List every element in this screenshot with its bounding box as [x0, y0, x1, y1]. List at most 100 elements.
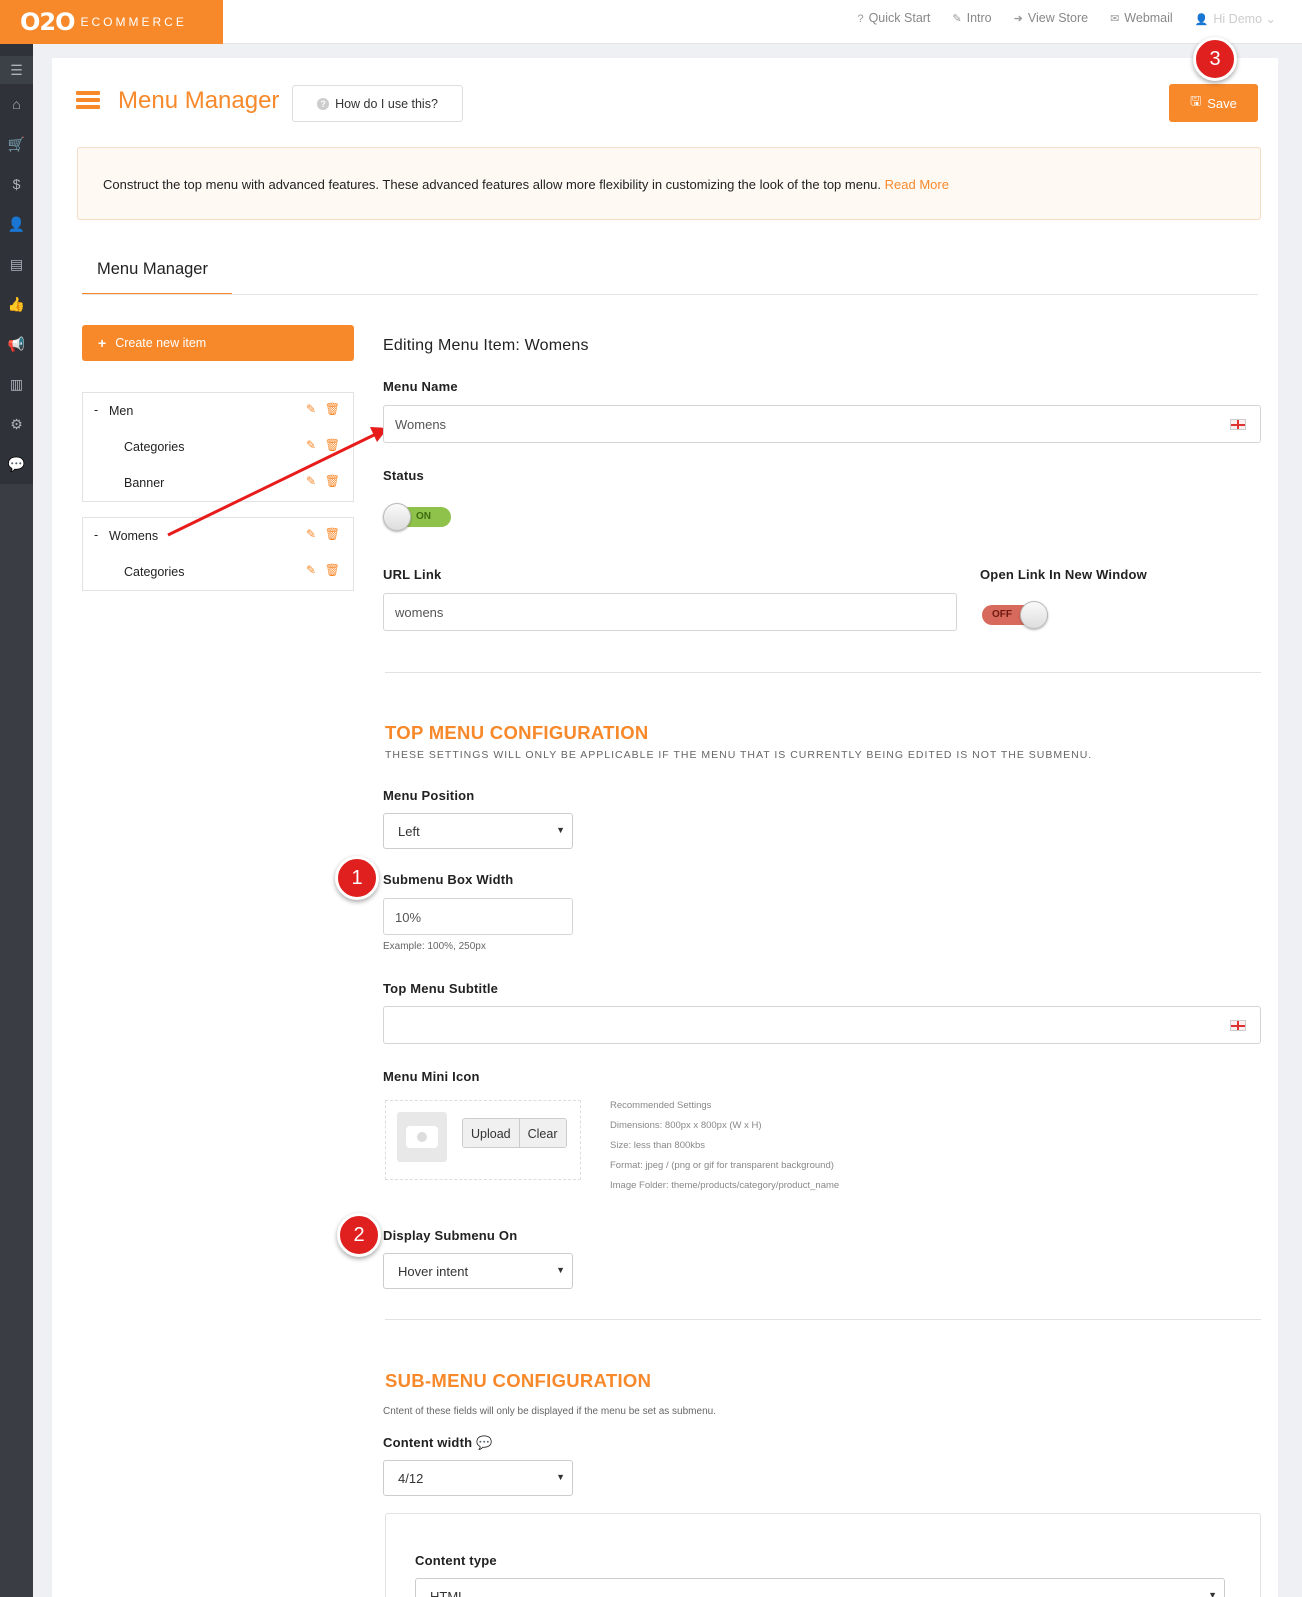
page-title: Menu Manager	[118, 87, 280, 114]
recommended-folder: Image Folder: theme/products/category/pr…	[610, 1180, 840, 1191]
user-menu[interactable]: 👤 Hi Demo ⌄	[1195, 11, 1276, 26]
book-icon[interactable]: ▤	[0, 244, 33, 284]
cogs-icon[interactable]: ⚙	[0, 404, 33, 444]
new-window-label: Open Link In New Window	[980, 567, 1147, 582]
thumbs-up-icon[interactable]: 👍	[0, 284, 33, 324]
top-bar: O2O ECOMMERCE ? Quick Start ✎ Intro ➜ View …	[0, 0, 1302, 44]
tree-item-men[interactable]: - Men ✎ 🗑	[83, 393, 353, 429]
menu-position-label: Menu Position	[383, 788, 475, 803]
tab-menu-manager[interactable]: Menu Manager	[82, 254, 232, 295]
url-link-label: URL Link	[383, 567, 442, 582]
menu-icon[interactable]: ☰	[0, 56, 33, 84]
trash-icon[interactable]: 🗑	[325, 527, 340, 541]
envelope-icon: ✉	[1110, 13, 1120, 25]
sub-config-subtitle: Cntent of these fields will only be disp…	[383, 1406, 716, 1417]
sub-config-title: SUB-MENU CONFIGURATION	[385, 1370, 652, 1391]
bar-chart-icon[interactable]: ▥	[0, 364, 33, 404]
menu-name-label: Menu Name	[383, 379, 458, 394]
recommended-dimensions: Dimensions: 800px x 800px (W x H)	[610, 1120, 762, 1131]
trash-icon[interactable]: 🗑	[325, 402, 340, 416]
menu-tree-men: - Men ✎ 🗑 Categories ✎ 🗑 Banner ✎ 🗑	[82, 392, 354, 502]
sign-in-icon: ➜	[1013, 13, 1023, 25]
main-card	[52, 58, 1278, 1597]
content-width-label: Content width 💬	[383, 1435, 493, 1450]
wand-icon: ✎	[952, 13, 962, 25]
menu-position-select[interactable]: Left ▼	[383, 813, 573, 849]
content-width-select[interactable]: 4/12 ▼	[383, 1460, 573, 1496]
tree-item-men-categories[interactable]: Categories ✎ 🗑	[83, 429, 353, 465]
tree-item-womens[interactable]: - Womens ✎ 🗑	[83, 518, 353, 554]
edit-icon[interactable]: ✎	[306, 438, 316, 452]
clear-button[interactable]: Clear	[518, 1119, 566, 1147]
status-label: Status	[383, 468, 424, 483]
intro-link[interactable]: ✎ Intro	[952, 11, 991, 25]
recommended-size: Size: less than 800kbs	[610, 1140, 706, 1151]
caret-down-icon: ▼	[556, 825, 565, 835]
top-menu-subtitle-input[interactable]	[383, 1006, 1261, 1044]
mini-icon-label: Menu Mini Icon	[383, 1069, 480, 1084]
trash-icon[interactable]: 🗑	[325, 563, 340, 577]
dollar-icon[interactable]: $	[0, 164, 33, 204]
content-type-label: Content type	[415, 1553, 497, 1568]
help-button[interactable]: ? How do I use this?	[292, 85, 463, 122]
plus-icon: +	[98, 335, 107, 351]
mini-icon-uploader: Upload Clear	[385, 1100, 581, 1180]
side-nav: ☰ ⌂ 🛒 $ 👤 ▤ 👍 📢 ▥ ⚙ 💬	[0, 44, 33, 1597]
read-more-link[interactable]: Read More	[885, 177, 949, 192]
home-icon[interactable]: ⌂	[0, 84, 33, 124]
comment-icon[interactable]: 💬	[0, 444, 33, 484]
cart-icon[interactable]: 🛒	[0, 124, 33, 164]
top-menu-subtitle-label: Top Menu Subtitle	[383, 981, 499, 996]
comment-icon[interactable]: 💬	[476, 1435, 492, 1450]
logo[interactable]: O2O ECOMMERCE	[0, 0, 223, 44]
webmail-link[interactable]: ✉ Webmail	[1110, 11, 1173, 25]
submenu-width-input[interactable]: 10%	[383, 898, 573, 935]
caret-down-icon: ▼	[556, 1472, 565, 1482]
menu-name-input[interactable]: Womens	[383, 405, 1261, 443]
editor-heading: Editing Menu Item: Womens	[383, 337, 589, 354]
new-window-toggle[interactable]: OFF	[982, 601, 1048, 629]
content-type-select[interactable]: HTML ▼	[415, 1578, 1225, 1597]
step-badge-1: 1	[335, 856, 379, 900]
tree-item-womens-categories[interactable]: Categories ✎ 🗑	[83, 554, 353, 590]
camera-icon	[397, 1112, 447, 1162]
step-badge-3: 3	[1193, 37, 1237, 81]
quick-start-link[interactable]: ? Quick Start	[857, 11, 930, 25]
menu-tree-womens: - Womens ✎ 🗑 Categories ✎ 🗑	[82, 517, 354, 591]
save-button[interactable]: 🖫 Save	[1169, 84, 1258, 122]
display-submenu-select[interactable]: Hover intent ▼	[383, 1253, 573, 1289]
question-icon: ?	[317, 97, 330, 110]
recommended-format: Format: jpeg / (png or gif for transpare…	[610, 1160, 834, 1171]
caret-down-icon: ▼	[556, 1265, 565, 1275]
submenu-width-label: Submenu Box Width	[383, 872, 514, 887]
bullhorn-icon[interactable]: 📢	[0, 324, 33, 364]
uk-flag-icon[interactable]	[1230, 419, 1246, 430]
tree-item-men-banner[interactable]: Banner ✎ 🗑	[83, 465, 353, 501]
view-store-link[interactable]: ➜ View Store	[1014, 11, 1088, 25]
upload-button[interactable]: Upload	[463, 1119, 519, 1147]
submenu-width-help: Example: 100%, 250px	[383, 941, 486, 952]
url-link-input[interactable]: womens	[383, 593, 957, 631]
content-panel: Content type HTML ▼	[385, 1513, 1261, 1597]
trash-icon[interactable]: 🗑	[325, 474, 340, 488]
info-box: Construct the top menu with advanced fea…	[77, 147, 1261, 220]
display-submenu-label: Display Submenu On	[383, 1228, 518, 1243]
uk-flag-icon[interactable]	[1230, 1020, 1246, 1031]
user-icon: 👤	[1194, 13, 1209, 26]
top-config-title: TOP MENU CONFIGURATION	[385, 722, 649, 743]
list-icon	[76, 91, 100, 111]
trash-icon[interactable]: 🗑	[325, 438, 340, 452]
edit-icon[interactable]: ✎	[306, 563, 316, 577]
step-badge-2: 2	[337, 1213, 381, 1257]
status-toggle[interactable]: ON	[383, 503, 451, 531]
recommended-title: Recommended Settings	[610, 1100, 712, 1111]
create-new-item-button[interactable]: + Create new item	[82, 325, 354, 361]
edit-icon[interactable]: ✎	[306, 402, 316, 416]
floppy-icon: 🖫	[1190, 93, 1202, 108]
edit-icon[interactable]: ✎	[306, 527, 316, 541]
user-icon[interactable]: 👤	[0, 204, 33, 244]
top-config-subtitle: THESE SETTINGS WILL ONLY BE APPLICABLE I…	[385, 749, 1093, 761]
top-links: ? Quick Start ✎ Intro ➜ View Store ✉ Webmail…	[857, 0, 1276, 36]
question-icon: ?	[857, 13, 864, 25]
edit-icon[interactable]: ✎	[306, 474, 316, 488]
